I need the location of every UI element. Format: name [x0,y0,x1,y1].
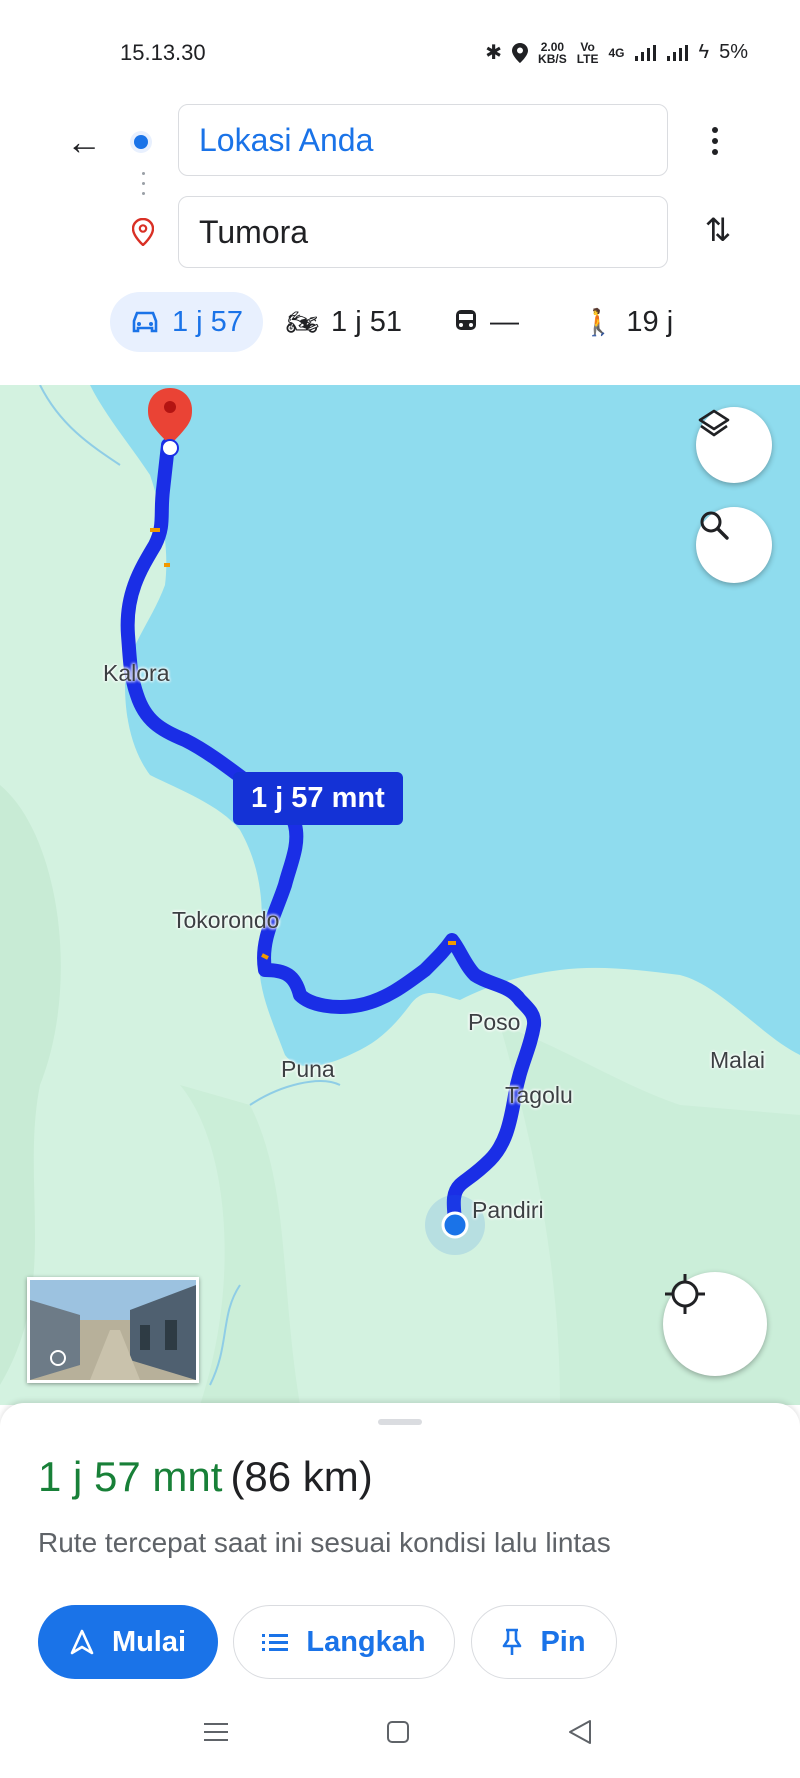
route-summary: 1 j 57 mnt (86 km) [38,1453,373,1501]
map-label-tagolu: Tagolu [505,1082,573,1108]
search-button[interactable] [696,507,772,583]
swap-button[interactable]: ⇅ [696,208,740,252]
route-duration: 1 j 57 mnt [38,1453,223,1500]
recent-apps-button[interactable] [196,1712,236,1752]
data-rate: 2.00 KB/S [538,39,567,66]
train-icon [456,310,476,330]
status-icons: ✱ 2.00 KB/S Vo LTE 4G ϟ 5% [485,40,748,65]
signal-icon [634,44,657,61]
menu-icon [204,1723,228,1741]
triangle-back-icon [569,1720,591,1744]
origin-dot-icon [134,135,148,149]
map-label-malai: Malai [710,1047,765,1073]
network-type: 4G [608,45,625,60]
signal-icon-2 [666,44,689,61]
map-label-puna: Puna [281,1056,335,1082]
layers-icon [698,409,730,437]
mode-walk[interactable]: 🚶 19 j [582,292,673,352]
map-label-poso: Poso [468,1009,521,1035]
crosshair-icon [665,1274,705,1314]
search-icon [700,511,729,540]
square-icon [387,1721,409,1743]
travel-modes: 1 j 57 🏍 1 j 51 — 🚶 19 j [110,292,750,352]
more-options-button[interactable] [700,122,730,166]
my-location-button[interactable] [663,1272,767,1376]
home-button[interactable] [378,1712,418,1752]
mode-motorcycle[interactable]: 🏍 1 j 51 [286,292,402,352]
pin-icon [503,1628,522,1655]
navigation-icon [70,1629,94,1655]
bluetooth-icon: ✱ [485,42,503,64]
map-label-pandiri: Pandiri [472,1197,544,1223]
system-navigation-bar [0,1712,800,1756]
map-label-kalora: Kalora [103,660,170,686]
swap-vertical-icon: ⇅ [704,212,732,248]
street-view-image [30,1280,196,1380]
battery-level: 5% [719,41,748,63]
mode-car[interactable]: 1 j 57 [110,292,263,352]
route-description: Rute tercepat saat ini sesuai kondisi la… [38,1527,611,1558]
route-distance: (86 km) [230,1453,373,1500]
route-eta-label[interactable]: 1 j 57 mnt [233,772,403,825]
back-nav-button[interactable] [560,1712,600,1752]
origin-input[interactable]: Lokasi Anda [178,104,668,176]
pin-button[interactable]: Pin [471,1605,617,1679]
back-button[interactable]: ← [62,120,106,164]
arrow-left-icon: ← [66,121,102,162]
volte-indicator: Vo LTE [576,39,599,66]
list-icon [262,1634,289,1651]
street-view-thumbnail[interactable] [27,1277,199,1383]
car-icon [132,311,158,333]
start-button[interactable]: Mulai [38,1605,218,1679]
motorcycle-icon: 🏍 [286,307,320,337]
map-canvas [0,385,800,1405]
route-connector [142,172,145,202]
location-icon [512,42,529,63]
status-bar: 15.13.30 ✱ 2.00 KB/S Vo LTE 4G ϟ 5% [0,0,800,100]
status-time: 15.13.30 [120,40,206,65]
layers-button[interactable] [696,407,772,483]
destination-pin-icon [132,218,154,246]
walk-icon: 🚶 [582,307,615,337]
map-label-tokorondo: Tokorondo [172,907,280,933]
steps-button[interactable]: Langkah [233,1605,455,1679]
charging-icon: ϟ [698,41,710,63]
drag-handle[interactable] [378,1419,422,1425]
destination-input[interactable]: Tumora [178,196,668,268]
mode-transit[interactable]: — [454,292,519,352]
directions-panel: ← Lokasi Anda Tumora ⇅ 1 j 57 🏍 1 j 51 —… [0,100,800,385]
map-view[interactable]: Kalora Tokorondo Puna Poso Tagolu Malai … [0,385,800,1405]
